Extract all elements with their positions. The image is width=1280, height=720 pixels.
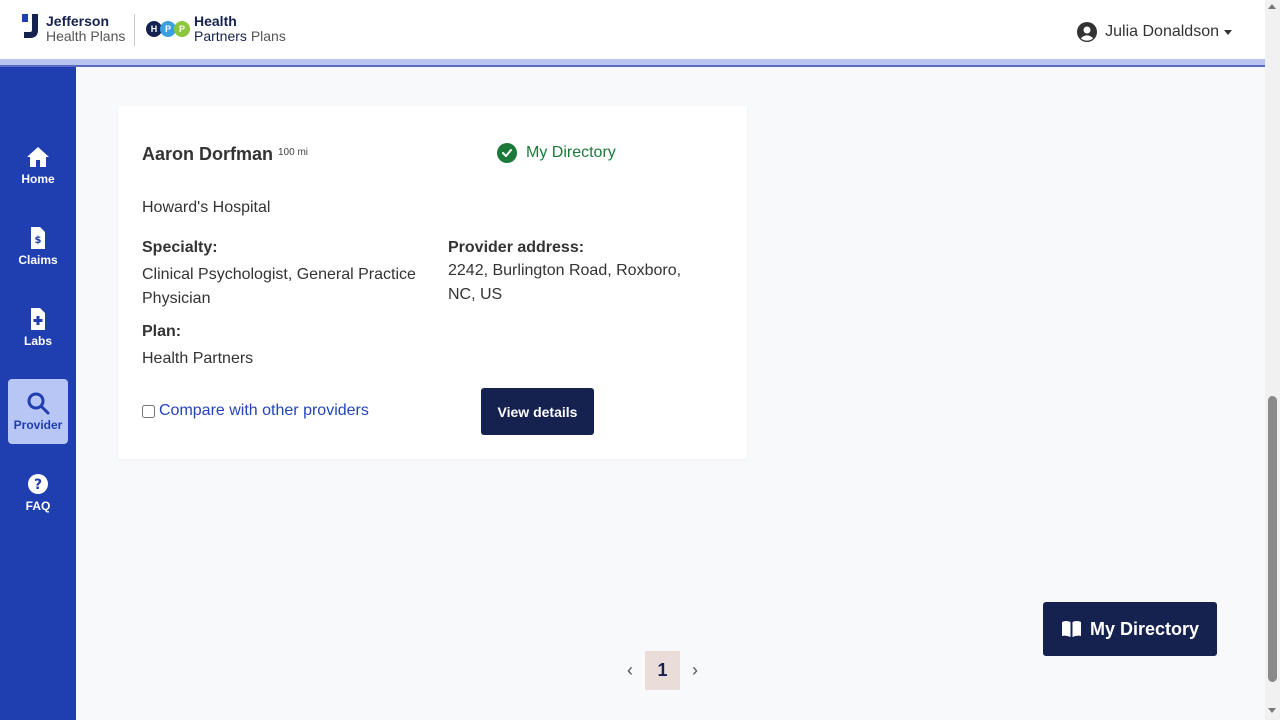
jefferson-logo[interactable]: Jefferson Health Plans (22, 14, 125, 44)
address-value: 2242, Burlington Road, Roxboro, NC, US (448, 262, 682, 303)
hpp-logo[interactable]: H P P Health Partners Plans (146, 14, 286, 44)
chevron-down-icon (1224, 29, 1232, 35)
jefferson-mark-icon (22, 14, 38, 38)
sidebar-item-home[interactable]: Home (8, 133, 68, 198)
hpp-mark-icon: H P P (146, 21, 190, 37)
search-icon (27, 392, 50, 415)
sidebar-item-label: FAQ (25, 499, 51, 513)
sidebar-item-faq[interactable]: ? FAQ (8, 460, 68, 525)
home-icon (27, 147, 49, 167)
claims-icon: $ (31, 227, 45, 249)
my-directory-button[interactable]: My Directory (1043, 602, 1217, 656)
scroll-up-arrow-icon[interactable] (1268, 4, 1276, 9)
next-page-button[interactable]: › (685, 660, 705, 681)
jefferson-logo-line1: Jefferson (46, 13, 110, 29)
sidebar-nav: Home $ Claims Labs Provider ? FAQ (0, 67, 76, 720)
directory-status-text: My Directory (526, 144, 616, 161)
svg-text:?: ? (34, 477, 42, 493)
book-open-icon (1061, 621, 1081, 637)
sidebar-item-provider[interactable]: Provider (8, 379, 68, 444)
provider-distance: 100 mi (278, 147, 309, 158)
user-avatar-icon (1077, 22, 1098, 42)
sidebar-item-labs[interactable]: Labs (8, 295, 68, 360)
svg-text:$: $ (35, 235, 42, 246)
scrollbar-thumb[interactable] (1268, 396, 1277, 682)
sidebar-item-claims[interactable]: $ Claims (8, 214, 68, 279)
pagination: ‹ 1 › (620, 651, 705, 690)
hpp-logo-line2a: Partners (194, 28, 247, 44)
plan-value: Health Partners (142, 350, 254, 367)
user-menu[interactable]: Julia Donaldson (1077, 22, 1232, 42)
address-label: Provider address: (448, 239, 585, 256)
page-1-button[interactable]: 1 (645, 651, 680, 690)
sidebar-item-label: Claims (18, 253, 58, 267)
provider-hospital: Howard's Hospital (142, 199, 271, 216)
sidebar-item-label: Provider (13, 418, 63, 432)
sidebar-item-label: Home (21, 172, 55, 186)
top-header: Jefferson Health Plans H P P Health Part… (0, 0, 1265, 60)
my-directory-label: My Directory (1089, 618, 1200, 639)
help-icon: ? (28, 474, 48, 494)
prev-page-button[interactable]: ‹ (620, 660, 640, 681)
specialty-value: Clinical Psychologist, General Practice … (142, 266, 416, 307)
scroll-down-arrow-icon[interactable] (1268, 708, 1276, 713)
sidebar-item-label: Labs (23, 334, 52, 348)
provider-card: Aaron Dorfman 100 mi My Directory Howard… (118, 106, 747, 459)
view-details-button[interactable]: View details (481, 388, 594, 435)
compare-label[interactable]: Compare with other providers (159, 402, 369, 420)
provider-name[interactable]: Aaron Dorfman (142, 144, 273, 165)
labs-icon (31, 308, 45, 330)
plan-label: Plan: (142, 323, 182, 340)
hpp-logo-line2b: Plans (250, 28, 286, 44)
directory-status-badge: My Directory (497, 143, 616, 163)
compare-checkbox[interactable]: Compare with other providers (142, 402, 369, 420)
jefferson-logo-line2: Health Plans (46, 28, 126, 44)
compare-checkbox-input[interactable] (142, 404, 155, 418)
check-circle-icon (497, 143, 517, 163)
header-accent-bar (0, 59, 1265, 67)
user-name: Julia Donaldson (1105, 23, 1219, 40)
logo-divider (134, 14, 135, 46)
hpp-logo-line1: Health (194, 13, 237, 29)
specialty-label: Specialty: (142, 239, 218, 256)
